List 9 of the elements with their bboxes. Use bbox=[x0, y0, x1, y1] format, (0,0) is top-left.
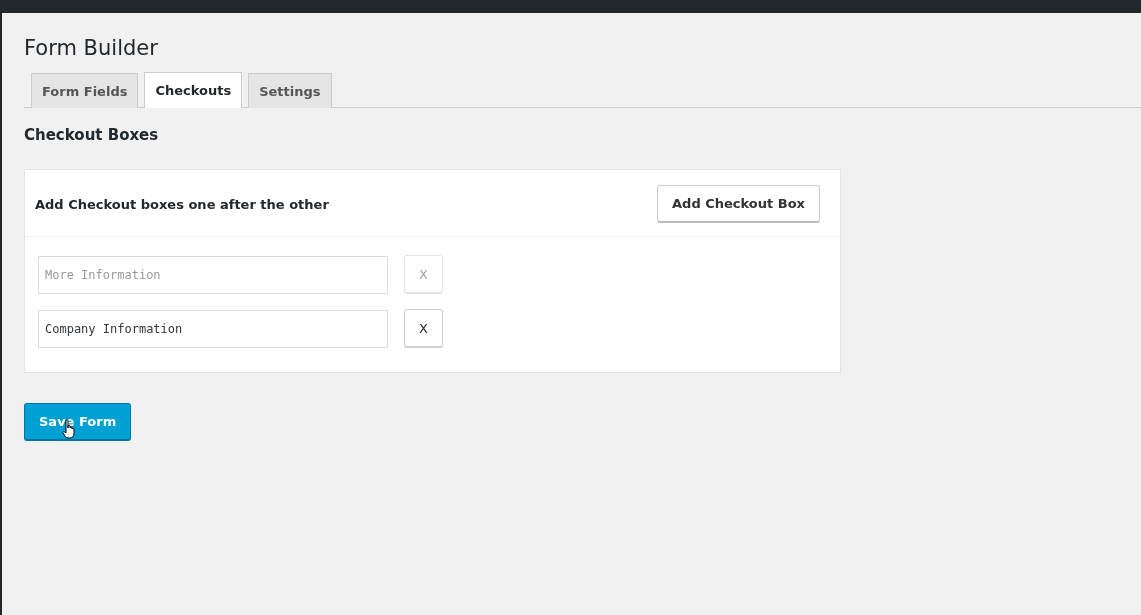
section-heading: Checkout Boxes bbox=[24, 126, 160, 144]
page-title: Form Builder bbox=[24, 36, 159, 60]
input-field[interactable]: Company Information bbox=[38, 309, 388, 348]
add-checkout-box-button[interactable]: Add Checkout Box bbox=[657, 185, 820, 223]
tab[interactable]: Checkouts bbox=[144, 72, 243, 108]
remove-button[interactable]: X bbox=[404, 309, 443, 348]
instruction-text: Add Checkout boxes one after the other bbox=[35, 196, 329, 212]
tab[interactable]: Form Fields bbox=[31, 73, 139, 108]
tab[interactable]: Settings bbox=[248, 73, 332, 108]
